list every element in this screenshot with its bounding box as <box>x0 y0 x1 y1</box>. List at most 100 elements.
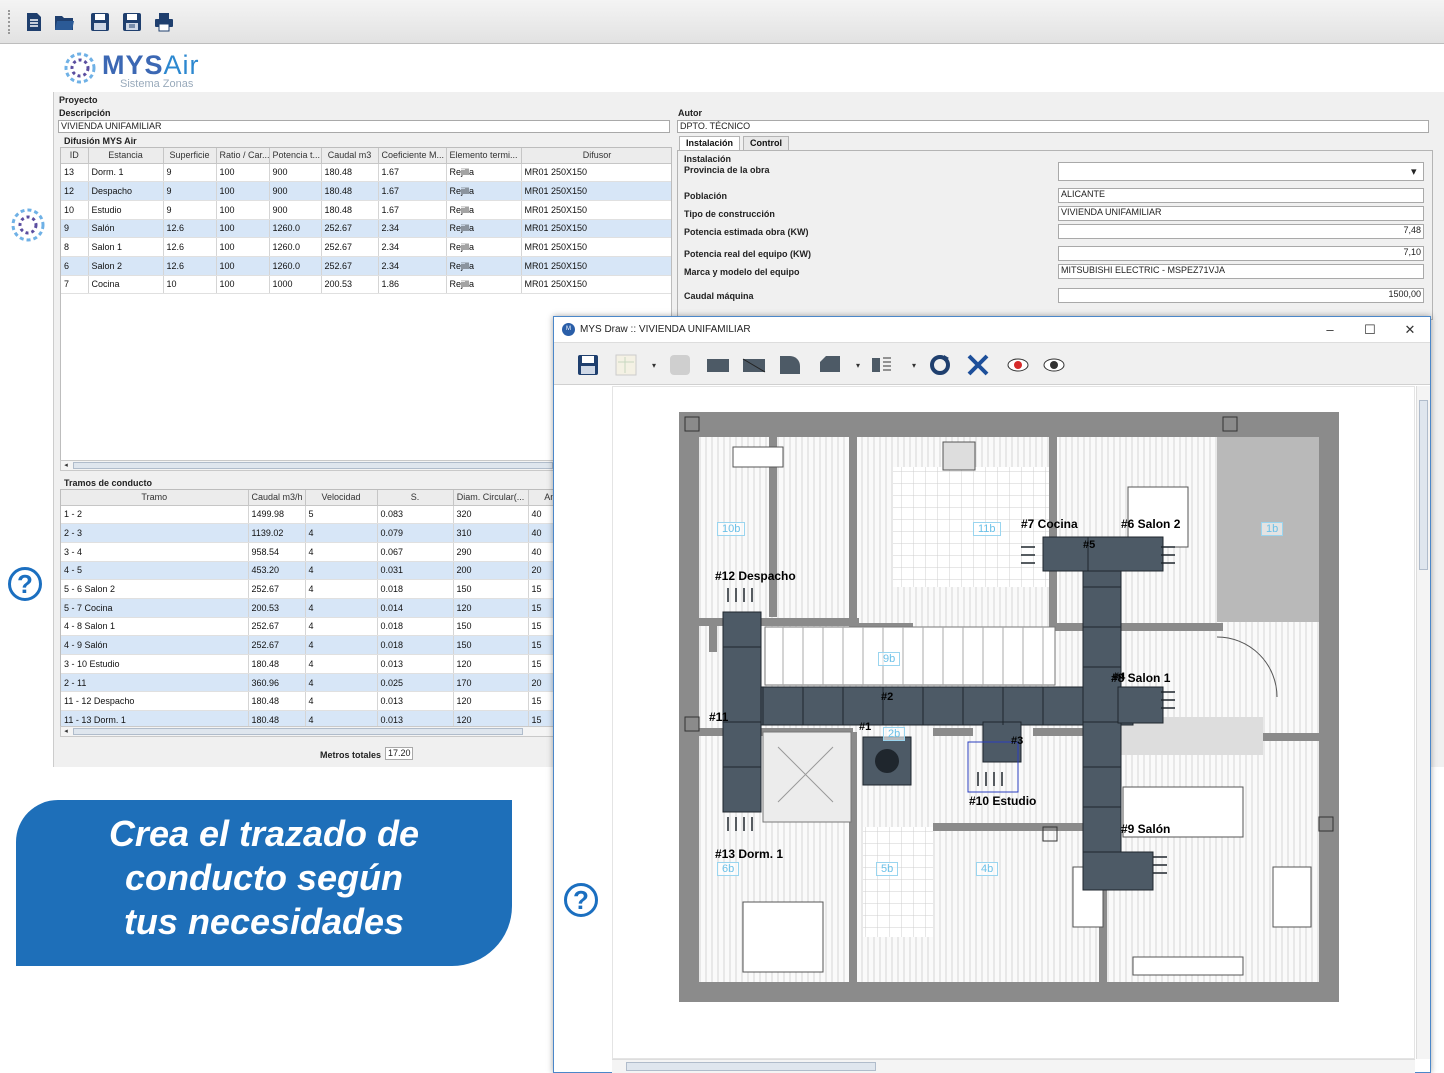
scroll-left-icon[interactable]: ◂ <box>61 461 71 470</box>
plenum-icon[interactable] <box>816 351 844 379</box>
column-header[interactable]: Elemento termi... <box>446 148 522 164</box>
table-row[interactable]: 1 - 2 1499.98 5 0.083 320 40 <box>61 505 553 525</box>
new-document-icon[interactable] <box>22 10 46 34</box>
room-label[interactable]: #6 Salon 2 <box>1121 517 1180 531</box>
diffusion-hscroll[interactable]: ◂ <box>60 460 560 471</box>
ducts-hscroll[interactable]: ◂ <box>60 726 554 737</box>
room-label[interactable]: #11 <box>709 710 728 724</box>
column-header[interactable]: ID <box>61 148 89 164</box>
table-row[interactable]: 5 - 6 Salon 2 252.67 4 0.018 150 15 <box>61 579 553 599</box>
grid-icon[interactable] <box>666 351 694 379</box>
help-icon[interactable]: ? <box>8 567 42 601</box>
column-header[interactable]: Estancia <box>88 148 164 164</box>
room-label[interactable]: #13 Dorm. 1 <box>715 847 783 861</box>
table-row[interactable]: 13 Dorm. 1 9 100 900 180.48 1.67 Rejilla MR01 25… <box>61 163 671 183</box>
refresh-icon[interactable] <box>926 351 954 379</box>
room-label[interactable]: #9 Salón <box>1121 822 1170 836</box>
maximize-button[interactable]: ☐ <box>1360 321 1380 339</box>
description-field[interactable]: VIVIENDA UNIFAMILIAR <box>58 120 670 133</box>
installation-field-value[interactable]: 7,10 <box>1058 246 1424 261</box>
table-row[interactable]: 11 - 13 Dorm. 1 180.48 4 0.013 120 15 <box>61 710 553 726</box>
grille-icon[interactable] <box>868 351 896 379</box>
installation-field-value[interactable]: 7,48 <box>1058 224 1424 239</box>
installation-field-value[interactable]: ALICANTE <box>1058 188 1424 203</box>
scroll-thumb[interactable] <box>73 462 553 469</box>
reduction-duct-icon[interactable] <box>740 351 768 379</box>
minimize-button[interactable]: – <box>1320 321 1340 339</box>
table-row[interactable]: 2 - 11 360.96 4 0.025 170 20 <box>61 673 553 693</box>
canvas-hscroll[interactable] <box>612 1059 1415 1073</box>
installation-field-value[interactable]: 1500,00 <box>1058 288 1424 303</box>
column-header[interactable]: Difusor <box>521 148 671 164</box>
close-button[interactable]: ✕ <box>1400 321 1420 339</box>
elbow-duct-icon[interactable] <box>776 351 804 379</box>
table-cell: MR01 250X150 <box>521 256 671 276</box>
tab-instalacion[interactable]: Instalación <box>679 136 741 151</box>
node-label[interactable]: #1 <box>859 721 871 733</box>
column-header[interactable]: Potencia t... <box>269 148 322 164</box>
column-header[interactable]: Coeficiente M... <box>378 148 447 164</box>
column-header[interactable]: Superficie <box>163 148 217 164</box>
help-icon[interactable]: ? <box>564 883 598 917</box>
chevron-down-icon[interactable]: ▾ <box>1411 165 1417 178</box>
open-folder-icon[interactable] <box>52 10 76 34</box>
save-as-icon[interactable] <box>120 10 144 34</box>
scroll-thumb[interactable] <box>626 1062 876 1071</box>
table-row[interactable]: 10 Estudio 9 100 900 180.48 1.67 Rejilla MR01 25… <box>61 200 671 220</box>
chevron-down-icon[interactable]: ▾ <box>912 361 916 370</box>
print-icon[interactable] <box>152 10 176 34</box>
scroll-thumb[interactable] <box>1419 400 1428 570</box>
save-icon[interactable] <box>574 351 602 379</box>
table-row[interactable]: 12 Despacho 9 100 900 180.48 1.67 Rejilla MR01 2… <box>61 181 671 201</box>
node-label[interactable]: #2 <box>881 691 893 703</box>
column-header[interactable]: Caudal m3 <box>321 148 379 164</box>
column-header[interactable]: Caudal m3/h <box>248 490 306 506</box>
node-label[interactable]: #5 <box>1083 539 1095 551</box>
chevron-down-icon[interactable]: ▾ <box>856 361 860 370</box>
hide-eye-icon[interactable] <box>1004 351 1032 379</box>
room-label[interactable]: #7 Cocina <box>1021 517 1078 531</box>
scroll-thumb[interactable] <box>73 728 523 735</box>
node-label[interactable]: #4 <box>1113 671 1125 683</box>
table-row[interactable]: 4 - 5 453.20 4 0.031 200 20 <box>61 561 553 581</box>
column-header[interactable]: Velocidad <box>305 490 378 506</box>
table-cell: 4 <box>305 598 378 618</box>
column-header[interactable]: Anch <box>528 490 553 506</box>
table-cell: 15 <box>528 635 553 655</box>
node-label[interactable]: #3 <box>1011 735 1023 747</box>
toolbar-grip[interactable] <box>8 10 12 34</box>
draw-window-titlebar[interactable]: M MYS Draw :: VIVIENDA UNIFAMILIAR – ☐ ✕ <box>554 317 1430 343</box>
column-header[interactable]: Tramo <box>61 490 249 506</box>
delete-icon[interactable] <box>964 351 992 379</box>
scroll-left-icon[interactable]: ◂ <box>61 727 71 736</box>
table-row[interactable]: 2 - 3 1139.02 4 0.079 310 40 <box>61 523 553 543</box>
drawing-canvas[interactable]: #7 Cocina #6 Salon 2 #12 Despacho #8 Salon … <box>612 386 1415 1059</box>
table-row[interactable]: 4 - 8 Salon 1 252.67 4 0.018 150 15 <box>61 617 553 637</box>
table-row[interactable]: 4 - 9 Salón 252.67 4 0.018 150 15 <box>61 635 553 655</box>
table-row[interactable]: 11 - 12 Despacho 180.48 4 0.013 120 15 <box>61 691 553 712</box>
installation-field-value[interactable]: VIVIENDA UNIFAMILIAR <box>1058 206 1424 221</box>
plan-image-icon[interactable] <box>612 351 640 379</box>
table-cell: 180.48 <box>248 710 306 726</box>
save-icon[interactable] <box>88 10 112 34</box>
column-header[interactable]: S. <box>377 490 454 506</box>
canvas-vscroll[interactable] <box>1416 386 1430 1059</box>
installation-field-value[interactable] <box>1058 162 1424 181</box>
table-row[interactable]: 3 - 10 Estudio 180.48 4 0.013 120 15 <box>61 654 553 674</box>
tab-control[interactable]: Control <box>743 136 789 151</box>
table-row[interactable]: 6 Salon 2 12.6 100 1260.0 252.67 2.34 Rejilla MR… <box>61 256 671 276</box>
table-row[interactable]: 8 Salon 1 12.6 100 1260.0 252.67 2.34 Rejilla MR… <box>61 237 671 257</box>
table-row[interactable]: 3 - 4 958.54 4 0.067 290 40 <box>61 542 553 562</box>
table-row[interactable]: 7 Cocina 10 100 1000 200.53 1.86 Rejilla MR01 25… <box>61 275 671 295</box>
show-eye-icon[interactable] <box>1040 351 1068 379</box>
room-label[interactable]: #10 Estudio <box>969 794 1036 808</box>
installation-field-value[interactable]: MITSUBISHI ELECTRIC - MSPEZ71VJA <box>1058 264 1424 279</box>
rect-duct-icon[interactable] <box>704 351 732 379</box>
chevron-down-icon[interactable]: ▾ <box>652 361 656 370</box>
table-row[interactable]: 9 Salón 12.6 100 1260.0 252.67 2.34 Rejilla MR01… <box>61 219 671 239</box>
author-field[interactable]: DPTO. TÉCNICO <box>677 120 1429 133</box>
table-row[interactable]: 5 - 7 Cocina 200.53 4 0.014 120 15 <box>61 598 553 618</box>
column-header[interactable]: Diam. Circular(... <box>453 490 529 506</box>
column-header[interactable]: Ratio / Car... <box>216 148 270 164</box>
room-label[interactable]: #12 Despacho <box>715 569 796 583</box>
